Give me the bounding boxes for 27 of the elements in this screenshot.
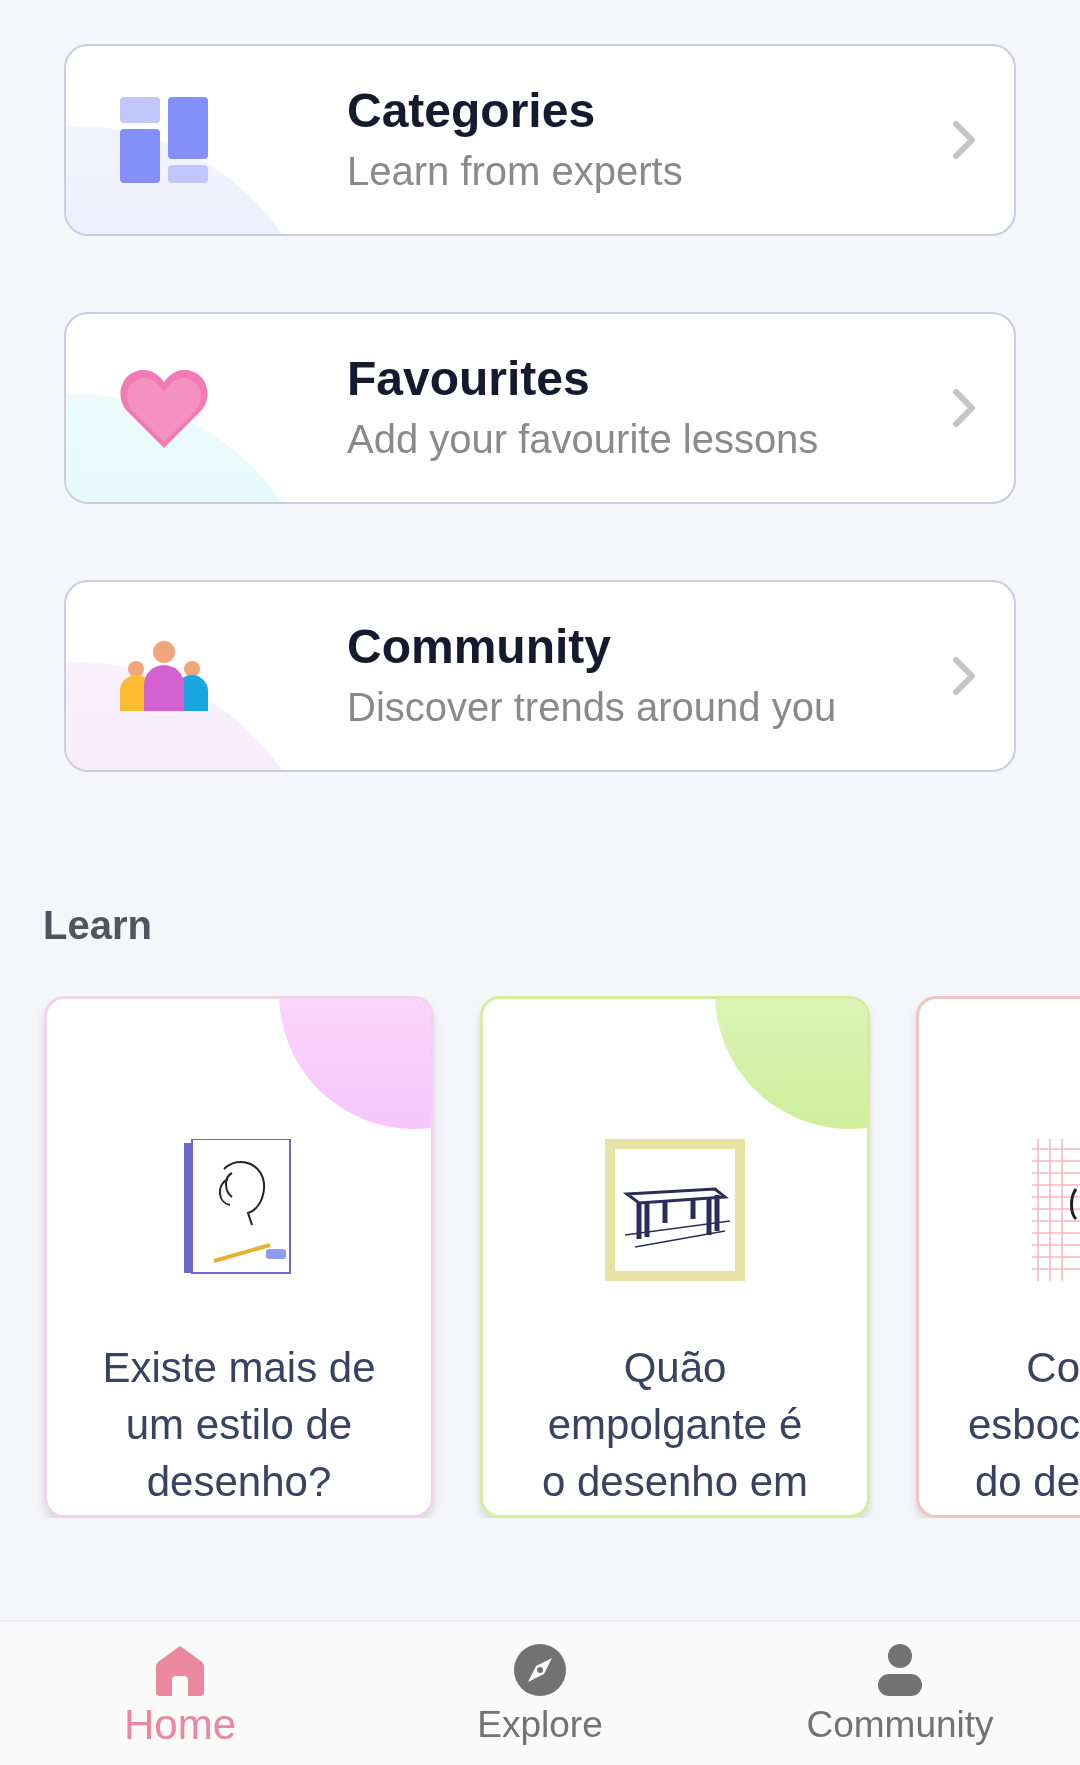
card-subtitle: Learn from experts bbox=[347, 148, 684, 195]
lesson-card[interactable]: Co esboc do de bbox=[916, 996, 1080, 1518]
chevron-right-icon bbox=[952, 388, 976, 428]
card-subtitle: Add your favourite lessons bbox=[347, 416, 820, 463]
lesson-title: Existe mais de um estilo de desenho? bbox=[101, 1343, 377, 1507]
heart-icon bbox=[120, 368, 208, 448]
section-heading: Learn bbox=[43, 902, 152, 949]
people-icon bbox=[120, 641, 208, 711]
lesson-card[interactable]: Quão empolgante é o desenho em bbox=[480, 996, 870, 1518]
compass-icon bbox=[514, 1644, 566, 1696]
person-icon bbox=[878, 1644, 922, 1696]
card-subtitle: Discover trends around you bbox=[347, 684, 838, 731]
lesson-title: Co esboc do de bbox=[966, 1343, 1080, 1507]
nav-tab[interactable]: Explore bbox=[360, 1622, 720, 1765]
menu-card[interactable]: Favourites Add your favourite lessons bbox=[64, 312, 1016, 504]
grid-icon bbox=[120, 97, 208, 183]
card-title: Categories bbox=[347, 83, 597, 139]
card-title: Favourites bbox=[347, 351, 591, 407]
lesson-title: Quão empolgante é o desenho em bbox=[540, 1343, 810, 1507]
menu-card[interactable]: Community Discover trends around you bbox=[64, 580, 1016, 772]
chevron-right-icon bbox=[952, 120, 976, 160]
chevron-right-icon bbox=[952, 656, 976, 696]
home-icon bbox=[156, 1646, 204, 1696]
card-title: Community bbox=[347, 619, 612, 675]
menu-card[interactable]: Categories Learn from experts bbox=[64, 44, 1016, 236]
nav-tab[interactable]: Community bbox=[720, 1622, 1080, 1765]
lesson-card[interactable]: Existe mais de um estilo de desenho? bbox=[44, 996, 434, 1518]
